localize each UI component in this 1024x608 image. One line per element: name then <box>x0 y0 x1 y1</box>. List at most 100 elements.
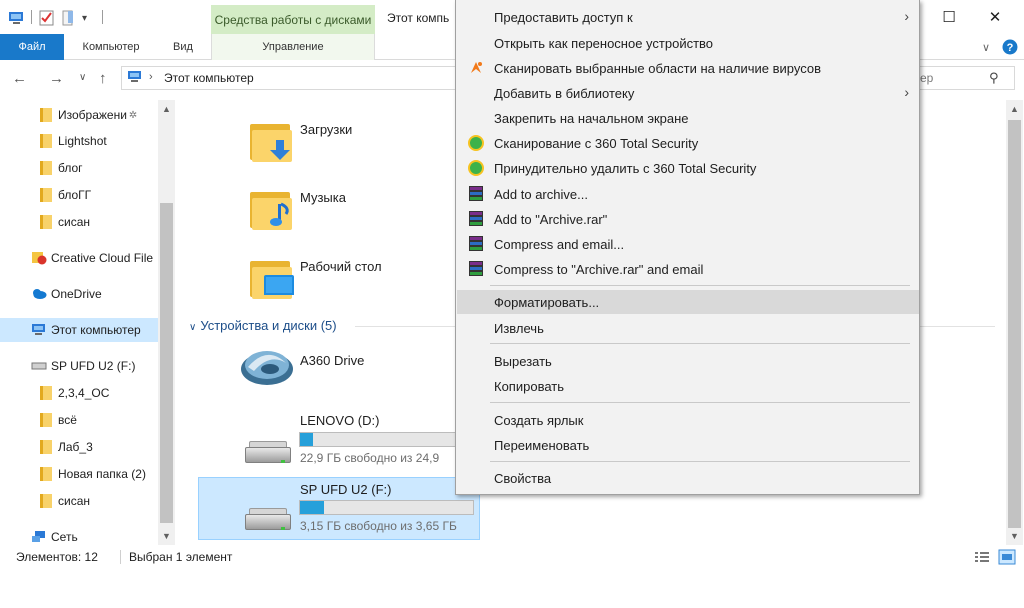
tiles-view-icon[interactable] <box>998 549 1016 568</box>
details-view-icon[interactable] <box>974 550 990 567</box>
menu-item-add-archive-rar[interactable]: Add to "Archive.rar" <box>457 207 919 231</box>
menu-item-360-scan[interactable]: Сканирование с 360 Total Security <box>457 131 919 155</box>
recent-dropdown-icon[interactable]: ∨ <box>79 72 86 83</box>
nav-item-lab3[interactable]: Лаб_3 <box>38 435 93 459</box>
nav-item-creative-cloud[interactable]: Creative Cloud File <box>31 246 153 270</box>
nav-item-label: блоГГ <box>58 188 92 202</box>
desktop-folder-icon[interactable] <box>250 257 296 299</box>
properties-icon[interactable] <box>39 9 55 27</box>
menu-item-pin-start[interactable]: Закрепить на начальном экране <box>457 106 919 130</box>
menu-item-open-portable[interactable]: Открыть как переносное устройство <box>457 31 919 55</box>
usb-drive-icon[interactable] <box>245 508 291 530</box>
a360-drive-icon[interactable] <box>240 345 294 392</box>
nav-item-usb-drive[interactable]: SP UFD U2 (F:) <box>31 354 135 378</box>
navigation-pane: Изображени ✲ Lightshot блог блоГГ сисан … <box>0 100 176 545</box>
menu-item-cut[interactable]: Вырезать <box>457 349 919 373</box>
divider <box>102 10 103 24</box>
content-scrollbar-thumb[interactable] <box>1008 120 1021 528</box>
forward-arrow-icon[interactable]: → <box>49 70 64 87</box>
nav-item-sisan[interactable]: сисан <box>38 210 90 234</box>
pin-icon[interactable]: ✲ <box>129 110 137 121</box>
folder-label-desktop[interactable]: Рабочий стол <box>300 259 382 274</box>
scroll-up-icon[interactable]: ▲ <box>162 104 171 114</box>
tab-manage[interactable]: Управление <box>211 34 375 60</box>
search-icon[interactable]: ⚲ <box>989 70 999 86</box>
menu-item-compress-rar-email[interactable]: Compress to "Archive.rar" and email <box>457 257 919 281</box>
breadcrumb[interactable]: Этот компьютер <box>164 71 254 85</box>
scroll-down-icon[interactable]: ▼ <box>162 531 171 541</box>
menu-item-label: Add to archive... <box>494 186 588 202</box>
usb-drive-icon <box>31 358 47 374</box>
divider <box>120 550 121 564</box>
group-header-devices[interactable]: ∨ Устройства и диски (5) <box>189 318 337 333</box>
menu-item-share[interactable]: Предоставить доступ к › <box>457 5 919 29</box>
nav-item-label: Сеть <box>51 530 78 544</box>
folder-icon <box>38 187 54 203</box>
tab-view[interactable]: Вид <box>160 34 206 60</box>
nav-item-sisan-2[interactable]: сисан <box>38 489 90 513</box>
menu-item-add-library[interactable]: Добавить в библиотеку › <box>457 81 919 105</box>
nav-item-onedrive[interactable]: OneDrive <box>31 282 102 306</box>
menu-item-format[interactable]: Форматировать... <box>457 290 919 314</box>
menu-item-properties[interactable]: Свойства <box>457 466 919 490</box>
creative-cloud-icon <box>31 250 47 266</box>
help-icon[interactable]: ? <box>1000 34 1020 60</box>
nav-item-blog[interactable]: блог <box>38 156 83 180</box>
menu-item-copy[interactable]: Копировать <box>457 374 919 398</box>
up-arrow-icon[interactable]: ↑ <box>99 70 107 87</box>
scroll-up-icon[interactable]: ▲ <box>1010 104 1019 114</box>
hard-drive-icon[interactable] <box>245 441 291 463</box>
submenu-chevron-icon: › <box>904 8 909 24</box>
menu-item-label: Добавить в библиотеку <box>494 85 635 101</box>
computer-icon[interactable] <box>8 9 26 27</box>
nav-item-network[interactable]: Сеть <box>31 525 78 545</box>
new-folder-icon[interactable] <box>61 9 77 27</box>
folder-label-music[interactable]: Музыка <box>300 190 346 205</box>
nav-item-this-pc[interactable]: Этот компьютер <box>0 318 158 342</box>
back-arrow-icon[interactable]: ← <box>12 70 27 87</box>
close-button[interactable]: ✕ <box>972 4 1018 30</box>
breadcrumb-chevron-icon[interactable]: › <box>149 71 153 83</box>
music-folder-icon[interactable] <box>250 188 296 230</box>
group-header-label: Устройства и диски (5) <box>200 318 337 333</box>
nav-scrollbar-thumb[interactable] <box>160 203 173 523</box>
winrar-icon <box>468 261 484 277</box>
menu-separator <box>490 343 910 344</box>
menu-item-add-archive[interactable]: Add to archive... <box>457 182 919 206</box>
selection-count: Выбран 1 элемент <box>129 550 233 564</box>
collapse-chevron-icon[interactable]: ∨ <box>189 322 196 333</box>
a360-drive-label[interactable]: A360 Drive <box>300 353 364 368</box>
menu-item-virus-scan[interactable]: Сканировать выбранные области на наличие… <box>457 56 919 80</box>
nav-item-folder-234[interactable]: 2,3,4_OC <box>38 381 109 405</box>
menu-separator <box>490 285 910 286</box>
avast-icon <box>471 62 482 73</box>
menu-item-rename[interactable]: Переименовать <box>457 433 919 457</box>
maximize-button[interactable]: ☐ <box>926 4 972 30</box>
scroll-down-icon[interactable]: ▼ <box>1010 531 1019 541</box>
winrar-icon <box>468 186 484 202</box>
nav-item-images[interactable]: Изображени ✲ <box>38 103 137 127</box>
menu-item-compress-email[interactable]: Compress and email... <box>457 232 919 256</box>
nav-item-blogg[interactable]: блоГГ <box>38 183 91 207</box>
folder-icon <box>38 493 54 509</box>
drive-usage-bar <box>299 432 459 447</box>
tab-computer[interactable]: Компьютер <box>66 34 156 60</box>
menu-item-360-delete[interactable]: Принудительно удалить с 360 Total Securi… <box>457 156 919 180</box>
customize-dropdown-icon[interactable]: ▾ <box>82 9 87 27</box>
drive-label-usb[interactable]: SP UFD U2 (F:) <box>300 482 392 497</box>
nav-item-label: Этот компьютер <box>51 323 141 337</box>
ribbon-expand-icon[interactable]: ∨ <box>976 34 996 60</box>
downloads-folder-icon[interactable] <box>250 120 296 162</box>
drive-label-lenovo[interactable]: LENOVO (D:) <box>300 413 379 428</box>
nav-item-vse[interactable]: всё <box>38 408 77 432</box>
menu-item-label: Сканировать выбранные области на наличие… <box>494 60 822 76</box>
menu-item-eject[interactable]: Извлечь <box>457 316 919 340</box>
menu-item-create-shortcut[interactable]: Создать ярлык <box>457 408 919 432</box>
tab-file[interactable]: Файл <box>0 34 64 60</box>
drive-tools-tab[interactable]: Средства работы с дисками <box>211 5 375 35</box>
360-security-icon <box>468 160 484 176</box>
nav-item-lightshot[interactable]: Lightshot <box>38 129 107 153</box>
folder-icon <box>38 214 54 230</box>
folder-label-downloads[interactable]: Загрузки <box>300 122 352 137</box>
nav-item-new-folder-2[interactable]: Новая папка (2) <box>38 462 146 486</box>
